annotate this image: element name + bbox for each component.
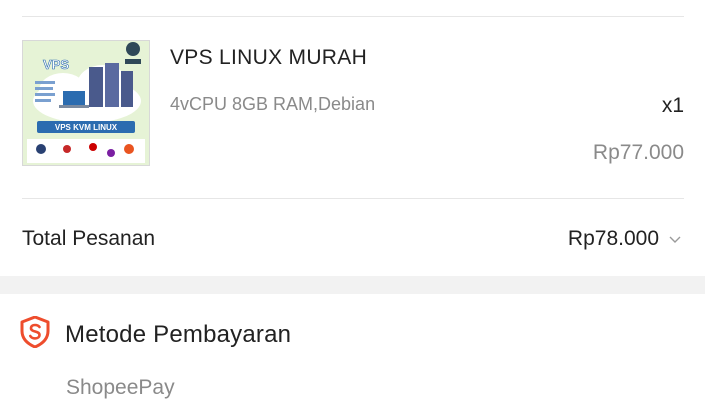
thumb-banner-text: VPS KVM LINUX [55, 123, 118, 132]
product-variation: 4vCPU 8GB RAM,Debian [170, 94, 376, 114]
thumb-logo-text: VPS [43, 57, 69, 72]
order-item-card: VPS VPS KVM LINUX VPS LINUX MURAH 4vCPU … [0, 0, 705, 276]
payment-method-value: ShopeePay [66, 376, 175, 399]
divider [22, 198, 684, 199]
payment-method-title: Metode Pembayaran [65, 321, 292, 348]
order-total-label: Total Pesanan [22, 227, 156, 250]
product-quantity: x1 [661, 94, 684, 117]
product-name: VPS LINUX MURAH [170, 46, 368, 69]
product-price: Rp77.000 [592, 141, 684, 164]
product-thumbnail[interactable]: VPS VPS KVM LINUX [22, 40, 150, 166]
shield-s-icon [20, 316, 50, 348]
chevron-down-icon[interactable] [667, 231, 683, 247]
order-total-amount[interactable]: Rp78.000 [568, 227, 659, 251]
payment-method-section[interactable]: Metode Pembayaran ShopeePay [0, 294, 705, 403]
divider [22, 16, 684, 17]
